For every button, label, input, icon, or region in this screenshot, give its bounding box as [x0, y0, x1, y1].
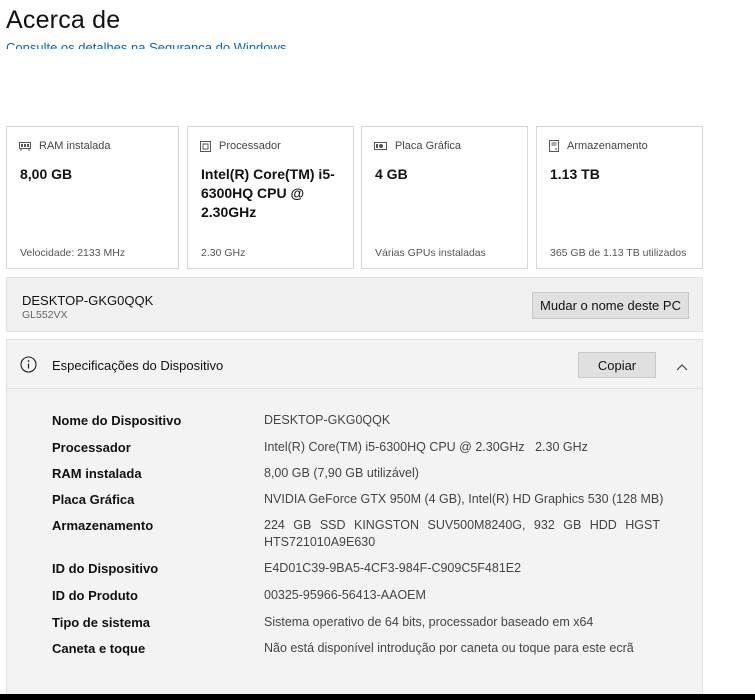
card-label: RAM instalada — [39, 140, 111, 152]
pc-name-panel: DESKTOP-GKG0QQK GL552VX Mudar o nome des… — [6, 277, 703, 332]
spec-value: DESKTOP-GKG0QQK — [264, 413, 391, 427]
spec-label: Caneta e toque — [52, 641, 146, 656]
spec-label: Placa Gráfica — [52, 492, 135, 507]
card-footer: 365 GB de 1.13 TB utilizados — [550, 247, 687, 259]
storage-icon — [549, 140, 559, 152]
card-processor: Processador Intel(R) Core(TM) i5-6300HQ … — [187, 126, 354, 269]
card-value: 8,00 GB — [20, 166, 73, 182]
spec-label: Tipo de sistema — [52, 615, 151, 630]
spec-value: Sistema operativo de 64 bits, processado… — [264, 615, 594, 629]
bottom-edge — [0, 694, 755, 700]
card-label: Placa Gráfica — [395, 140, 462, 152]
rename-pc-button[interactable]: Mudar o nome deste PC — [532, 292, 689, 319]
spec-label: Nome do Dispositivo — [52, 413, 182, 428]
card-ram: RAM instalada 8,00 GB Velocidade: 2133 M… — [6, 126, 179, 269]
page-title: Acerca de — [6, 6, 121, 34]
processor-icon — [200, 140, 211, 152]
spec-value: E4D01C39-9BA5-4CF3-984F-C909C5F481E2 — [264, 561, 522, 575]
card-footer: 2.30 GHz — [201, 247, 246, 259]
spec-value: Intel(R) Core(TM) i5-6300HQ CPU @ 2.30GH… — [264, 440, 588, 454]
spec-label: RAM instalada — [52, 466, 142, 481]
card-footer: Várias GPUs instaladas — [375, 247, 486, 259]
card-storage: Armazenamento 1.13 TB 365 GB de 1.13 TB … — [536, 126, 703, 269]
chevron-up-icon[interactable] — [676, 358, 688, 376]
pc-name: DESKTOP-GKG0QQK — [22, 293, 154, 308]
spec-label: Armazenamento — [52, 518, 154, 533]
spec-label: ID do Dispositivo — [52, 561, 159, 576]
specs-header[interactable]: Especificações do Dispositivo Copiar — [7, 340, 702, 389]
card-label: Armazenamento — [567, 140, 648, 152]
info-icon — [20, 356, 37, 378]
windows-security-link[interactable]: Consulte os detalhes na Segurança do Win… — [6, 35, 286, 49]
spec-value: 00325-95966-56413-AAOEM — [264, 588, 426, 602]
spec-value: NVIDIA GeForce GTX 950M (4 GB), Intel(R)… — [264, 492, 664, 506]
card-value: Intel(R) Core(TM) i5-6300HQ CPU @ 2.30GH… — [201, 166, 335, 220]
card-value: 1.13 TB — [550, 166, 600, 182]
card-label: Processador — [219, 140, 281, 152]
spec-value: 8,00 GB (7,90 GB utilizável) — [264, 466, 419, 480]
card-value: 4 GB — [375, 166, 408, 182]
card-footer: Velocidade: 2133 MHz — [20, 247, 126, 259]
specs-title: Especificações do Dispositivo — [52, 358, 224, 373]
graphics-card-icon — [374, 141, 387, 151]
spec-value: Não está disponível introdução por canet… — [264, 641, 634, 655]
ram-icon — [19, 141, 31, 151]
copy-button[interactable]: Copiar — [578, 352, 656, 378]
device-specs-panel: Especificações do Dispositivo Copiar Nom… — [6, 339, 703, 700]
spec-value: 224 GB SSD KINGSTON SUV500M8240G, 932 GB… — [264, 518, 660, 549]
spec-label: ID do Produto — [52, 588, 138, 603]
pc-model: GL552VX — [22, 309, 68, 321]
spec-label: Processador — [52, 440, 131, 455]
card-graphics: Placa Gráfica 4 GB Várias GPUs instalada… — [361, 126, 528, 269]
